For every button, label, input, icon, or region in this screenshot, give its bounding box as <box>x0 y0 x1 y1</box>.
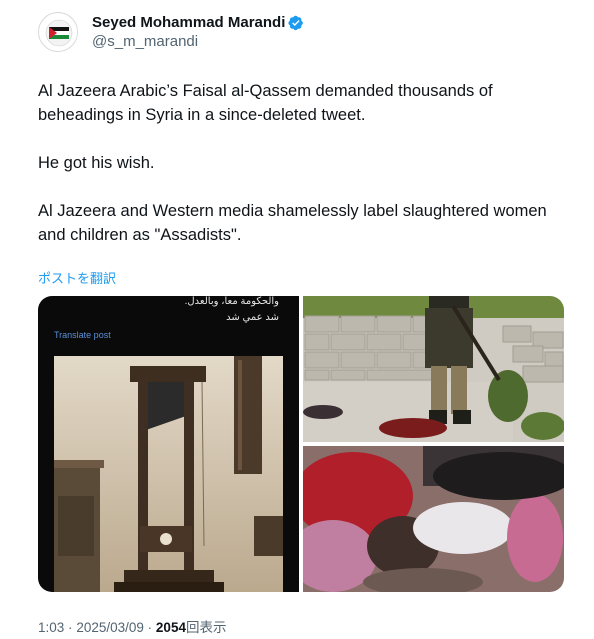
avatar[interactable] <box>38 12 78 52</box>
embedded-arabic-text: شد عمي شد <box>226 312 279 323</box>
views-count: 2054 <box>155 620 186 635</box>
tweet-header: Seyed Mohammad Marandi @s_m_marandi <box>38 12 558 52</box>
tweet-paragraph: Al Jazeera and Western media shamelessly… <box>38 202 547 244</box>
tweet-body: Al Jazeera Arabic’s Faisal al-Qassem dem… <box>38 79 568 271</box>
victims-photo-icon <box>303 446 564 592</box>
palestine-flag-avatar-icon <box>40 14 77 51</box>
embedded-arabic-text: والحكومة معاً، وبالعدل. <box>184 296 279 307</box>
display-name[interactable]: Seyed Mohammad Marandi <box>92 13 285 32</box>
tweet-time[interactable]: 1:03 <box>38 620 64 635</box>
views-label: 回表示 <box>185 620 227 635</box>
guillotine-illustration-icon <box>54 356 283 592</box>
embedded-translate-label: Translate post <box>54 330 111 340</box>
tweet-paragraph: Al Jazeera Arabic’s Faisal al-Qassem dem… <box>38 82 493 124</box>
translate-post-link[interactable]: ポストを翻訳 <box>38 268 116 287</box>
meta-separator: · <box>68 620 73 635</box>
guillotine-photo <box>54 356 283 592</box>
user-handle[interactable]: @s_m_marandi <box>92 32 304 51</box>
media-image-armed-man[interactable] <box>303 296 564 442</box>
meta-separator: · <box>147 620 153 635</box>
tweet-paragraph: He got his wish. <box>38 154 155 172</box>
tweet-date[interactable]: 2025/03/09 <box>76 620 144 635</box>
verified-badge-icon <box>288 15 304 30</box>
media-grid: والحكومة معاً، وبالعدل. شد عمي شد Transl… <box>38 296 564 592</box>
armed-man-photo-icon <box>303 296 564 442</box>
tweet-meta: 1:03 · 2025/03/09 · 2054回表示 <box>38 616 226 636</box>
media-image-victims[interactable] <box>303 446 564 592</box>
media-image-guillotine[interactable]: والحكومة معاً، وبالعدل. شد عمي شد Transl… <box>38 296 299 592</box>
